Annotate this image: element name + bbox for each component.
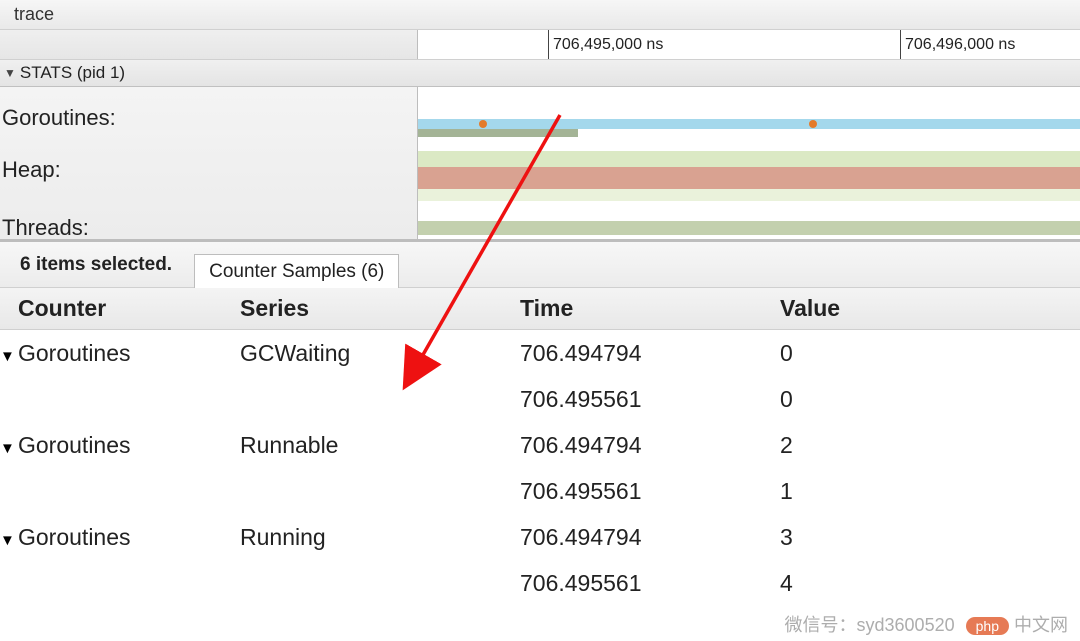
- counter-text: Goroutines: [18, 432, 131, 458]
- tracks-panel: Goroutines: Heap: Threads:: [0, 87, 1080, 240]
- watermark-wechat: 微信号：syd3600520: [785, 615, 955, 635]
- detail-panel: 6 items selected. Counter Samples (6) Co…: [0, 240, 1080, 606]
- caret-down-icon[interactable]: ▼: [0, 532, 18, 549]
- counter-text: Goroutines: [18, 524, 131, 550]
- columns-header: Counter Series Time Value: [0, 288, 1080, 330]
- toolbar: trace: [0, 0, 1080, 30]
- caret-down-icon[interactable]: ▼: [0, 440, 18, 457]
- selection-count-label: 6 items selected.: [0, 254, 194, 276]
- track-canvas[interactable]: [418, 87, 1080, 239]
- table-row[interactable]: 706.4955610: [0, 376, 1080, 422]
- ruler-tick-label: 706,495,000 ns: [553, 36, 663, 53]
- track-labels-panel: Goroutines: Heap: Threads:: [0, 87, 418, 239]
- ruler-left-panel: [0, 30, 418, 59]
- col-counter[interactable]: Counter: [0, 295, 240, 322]
- cell-counter: ▼Goroutines: [0, 524, 240, 551]
- watermark-site: 中文网: [1014, 615, 1068, 635]
- cell-series: Runnable: [240, 432, 520, 459]
- cell-time: 706.495561: [520, 386, 780, 413]
- app-title: trace: [14, 4, 54, 25]
- caret-down-icon: ▼: [4, 66, 16, 80]
- table-row[interactable]: ▼GoroutinesRunnable706.4947942: [0, 422, 1080, 468]
- cell-value: 4: [780, 570, 1080, 597]
- goroutines-sub-track[interactable]: [418, 129, 578, 137]
- cell-counter: [0, 570, 240, 597]
- cell-value: 1: [780, 478, 1080, 505]
- counter-text: Goroutines: [18, 340, 131, 366]
- cell-series: GCWaiting: [240, 340, 520, 367]
- tab-counter-samples[interactable]: Counter Samples (6): [194, 254, 399, 288]
- rows-container: ▼GoroutinesGCWaiting706.4947940706.49556…: [0, 330, 1080, 606]
- stats-header-label: STATS (pid 1): [20, 63, 125, 83]
- stats-header[interactable]: ▼ STATS (pid 1): [0, 60, 1080, 87]
- col-series[interactable]: Series: [240, 295, 520, 322]
- track-label-threads: Threads:: [2, 215, 89, 241]
- col-value[interactable]: Value: [780, 295, 1080, 322]
- heap-track-band[interactable]: [418, 189, 1080, 201]
- cell-value: 3: [780, 524, 1080, 551]
- heap-track-band[interactable]: [418, 167, 1080, 189]
- cell-counter: [0, 386, 240, 413]
- ruler-tick: 706,496,000 ns: [900, 30, 1015, 59]
- ruler-tick-label: 706,496,000 ns: [905, 36, 1015, 53]
- cell-time: 706.494794: [520, 524, 780, 551]
- cell-value: 0: [780, 386, 1080, 413]
- cell-time: 706.494794: [520, 432, 780, 459]
- caret-down-icon[interactable]: ▼: [0, 348, 18, 365]
- cell-counter: ▼Goroutines: [0, 340, 240, 367]
- table-row[interactable]: ▼GoroutinesRunning706.4947943: [0, 514, 1080, 560]
- timeline-ruler[interactable]: 706,495,000 ns 706,496,000 ns: [0, 30, 1080, 60]
- goroutine-event-dot[interactable]: [479, 120, 487, 128]
- detail-header: 6 items selected. Counter Samples (6): [0, 242, 1080, 288]
- cell-series: Running: [240, 524, 520, 551]
- ruler-tick: 706,495,000 ns: [548, 30, 663, 59]
- cell-counter: [0, 478, 240, 505]
- track-label-goroutines: Goroutines:: [2, 105, 116, 131]
- goroutine-event-dot[interactable]: [809, 120, 817, 128]
- track-label-heap: Heap:: [2, 157, 61, 183]
- col-time[interactable]: Time: [520, 295, 780, 322]
- table-row[interactable]: ▼GoroutinesGCWaiting706.4947940: [0, 330, 1080, 376]
- table-row[interactable]: 706.4955611: [0, 468, 1080, 514]
- cell-time: 706.495561: [520, 478, 780, 505]
- goroutines-track[interactable]: [418, 119, 1080, 129]
- threads-track[interactable]: [418, 221, 1080, 235]
- cell-counter: ▼Goroutines: [0, 432, 240, 459]
- cell-value: 0: [780, 340, 1080, 367]
- cell-time: 706.494794: [520, 340, 780, 367]
- heap-track-band[interactable]: [418, 151, 1080, 167]
- watermark: 微信号：syd3600520 php 中文网: [785, 611, 1068, 637]
- watermark-badge: php: [966, 617, 1009, 635]
- cell-value: 2: [780, 432, 1080, 459]
- table-row[interactable]: 706.4955614: [0, 560, 1080, 606]
- cell-time: 706.495561: [520, 570, 780, 597]
